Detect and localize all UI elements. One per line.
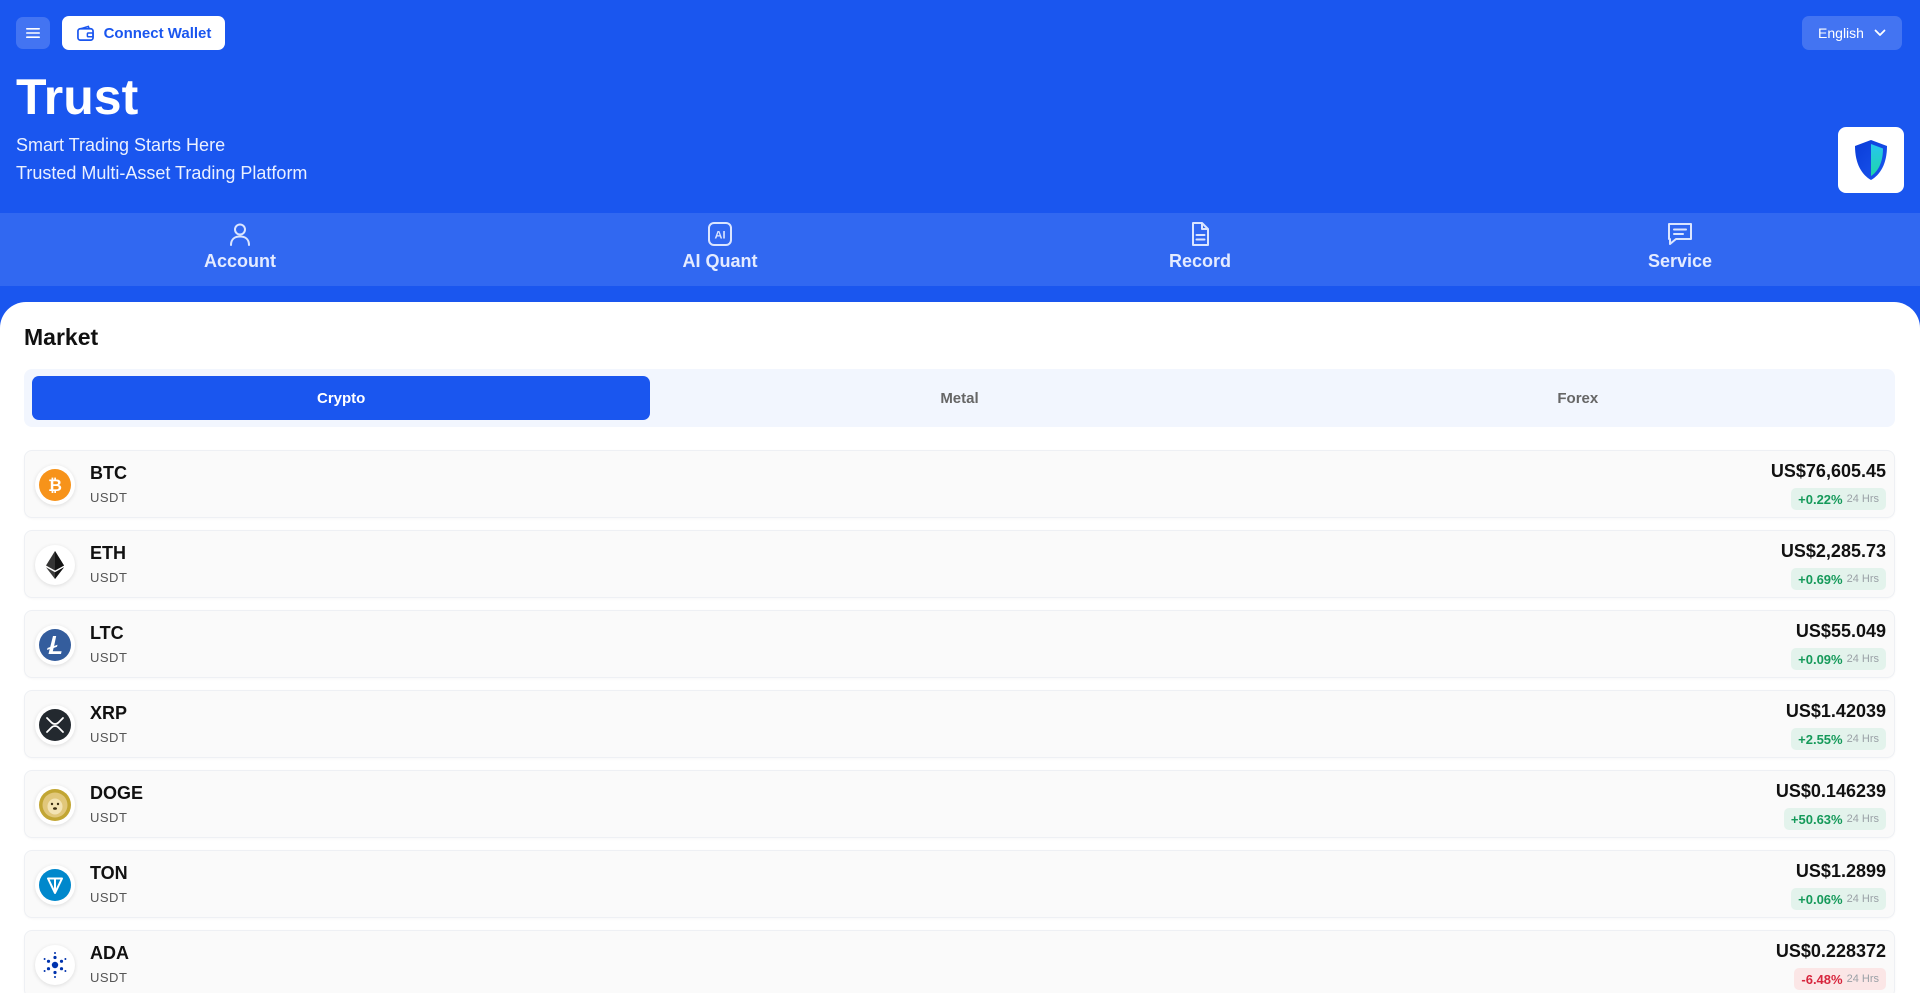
coin-price: US$55.049	[1795, 621, 1886, 641]
change-badge: +2.55% 24 Hrs	[1791, 728, 1886, 750]
coin-symbol: LTC	[90, 623, 124, 643]
market-row-doge[interactable]: DOGE USDT US$0.146239 +50.63% 24 Hrs	[24, 770, 1895, 838]
coin-price: US$0.228372	[1775, 941, 1886, 961]
top-bar: Connect Wallet English	[0, 0, 1920, 66]
period-label: 24 Hrs	[1846, 653, 1879, 665]
change-percent: +0.22%	[1798, 491, 1843, 507]
coin-icon-wrap	[35, 945, 75, 985]
hamburger-icon	[26, 28, 40, 38]
document-icon	[1192, 222, 1209, 246]
coin-icon-wrap	[35, 785, 75, 825]
coin-quote: USDT	[90, 490, 128, 505]
change-badge: +0.22% 24 Hrs	[1791, 488, 1886, 510]
tagline-secondary: Trusted Multi-Asset Trading Platform	[16, 163, 308, 183]
market-row-xrp[interactable]: XRP USDT US$1.42039 +2.55% 24 Hrs	[24, 690, 1895, 758]
nav-item-record[interactable]: Record	[960, 213, 1440, 286]
change-badge: -6.48% 24 Hrs	[1794, 968, 1886, 990]
chat-icon	[1668, 223, 1692, 245]
change-badge: +0.06% 24 Hrs	[1791, 888, 1886, 910]
coin-quote: USDT	[90, 570, 128, 585]
market-tabs: Crypto Metal Forex	[24, 369, 1895, 427]
period-label: 24 Hrs	[1846, 493, 1879, 505]
market-row-ltc[interactable]: LTC USDT US$55.049 +0.09% 24 Hrs	[24, 610, 1895, 678]
market-row-ton[interactable]: TON USDT US$1.2899 +0.06% 24 Hrs	[24, 850, 1895, 918]
wallet-icon	[76, 24, 94, 41]
chevron-down-icon	[1874, 29, 1886, 36]
toncoin-icon	[39, 869, 71, 901]
market-title: Market	[24, 324, 99, 350]
xrp-icon	[39, 709, 71, 741]
nav-item-service[interactable]: Service	[1440, 213, 1920, 286]
change-percent: +50.63%	[1790, 811, 1843, 827]
period-label: 24 Hrs	[1846, 573, 1879, 585]
coin-price: US$76,605.45	[1770, 461, 1886, 481]
market-row-ada[interactable]: ADA USDT US$0.228372 -6.48% 24 Hrs	[24, 930, 1895, 993]
dogecoin-icon	[39, 789, 71, 821]
market-panel: Market Crypto Metal Forex ₿ BTC USDT US$…	[0, 302, 1920, 993]
coin-symbol: ETH	[90, 543, 126, 563]
nav-item-account[interactable]: Account	[0, 213, 480, 286]
change-percent: +0.69%	[1798, 571, 1843, 587]
cardano-icon	[43, 952, 67, 978]
coin-symbol: ADA	[90, 943, 129, 963]
market-row-eth[interactable]: ETH USDT US$2,285.73 +0.69% 24 Hrs	[24, 530, 1895, 598]
period-label: 24 Hrs	[1846, 813, 1879, 825]
period-label: 24 Hrs	[1846, 893, 1879, 905]
market-list: ₿ BTC USDT US$76,605.45 +0.22% 24 Hrs ET…	[24, 450, 1895, 993]
ethereum-icon	[46, 551, 64, 579]
user-icon	[230, 223, 250, 246]
nav-label-record: Record	[1168, 251, 1231, 271]
nav-item-ai-quant[interactable]: AI AI Quant	[480, 213, 960, 286]
tagline-primary: Smart Trading Starts Here	[16, 135, 226, 155]
change-percent: +0.06%	[1798, 891, 1843, 907]
ai-icon: AI	[708, 222, 732, 246]
change-percent: -6.48%	[1801, 971, 1843, 987]
change-badge: +0.69% 24 Hrs	[1791, 568, 1886, 590]
coin-quote: USDT	[90, 810, 128, 825]
connect-wallet-button[interactable]: Connect Wallet	[62, 16, 225, 50]
change-percent: +0.09%	[1798, 651, 1843, 667]
coin-icon-wrap	[35, 865, 75, 905]
shield-icon	[1855, 140, 1887, 180]
coin-icon-wrap	[35, 625, 75, 665]
period-label: 24 Hrs	[1846, 973, 1879, 985]
svg-text:₿: ₿	[48, 476, 62, 496]
market-row-btc[interactable]: ₿ BTC USDT US$76,605.45 +0.22% 24 Hrs	[24, 450, 1895, 518]
coin-symbol: XRP	[90, 703, 128, 723]
coin-price: US$0.146239	[1775, 781, 1886, 801]
coin-price: US$1.2899	[1795, 861, 1886, 881]
language-label: English	[1818, 25, 1864, 41]
coin-price: US$2,285.73	[1780, 541, 1886, 561]
coin-symbol: DOGE	[90, 783, 144, 803]
bitcoin-icon: ₿	[39, 469, 71, 501]
tab-forex[interactable]: Forex	[1269, 376, 1887, 420]
coin-icon-wrap	[35, 545, 75, 585]
brand-title: Trust	[16, 69, 139, 125]
menu-button[interactable]	[16, 17, 50, 49]
tab-crypto[interactable]: Crypto	[32, 376, 651, 420]
nav-label-account: Account	[204, 251, 276, 271]
coin-quote: USDT	[90, 970, 128, 985]
coin-quote: USDT	[90, 890, 128, 905]
coin-price: US$1.42039	[1785, 701, 1886, 721]
coin-quote: USDT	[90, 650, 128, 665]
trust-shield-logo	[1838, 127, 1904, 193]
change-percent: +2.55%	[1798, 731, 1843, 747]
period-label: 24 Hrs	[1846, 733, 1879, 745]
litecoin-icon	[39, 629, 71, 661]
coin-symbol: TON	[90, 863, 128, 883]
coin-symbol: BTC	[90, 463, 127, 483]
nav-label-service: Service	[1647, 251, 1713, 271]
change-badge: +50.63% 24 Hrs	[1783, 808, 1886, 830]
quick-nav: Account AI AI Quant Record Service	[0, 213, 1920, 286]
change-badge: +0.09% 24 Hrs	[1791, 648, 1886, 670]
nav-label-ai-quant: AI Quant	[682, 251, 758, 271]
tab-metal[interactable]: Metal	[650, 376, 1268, 420]
coin-icon-wrap: ₿	[35, 465, 75, 505]
coin-icon-wrap	[35, 705, 75, 745]
svg-text:AI: AI	[715, 230, 726, 242]
coin-quote: USDT	[90, 730, 128, 745]
language-select[interactable]: English	[1802, 16, 1902, 50]
connect-wallet-label: Connect Wallet	[103, 24, 212, 42]
